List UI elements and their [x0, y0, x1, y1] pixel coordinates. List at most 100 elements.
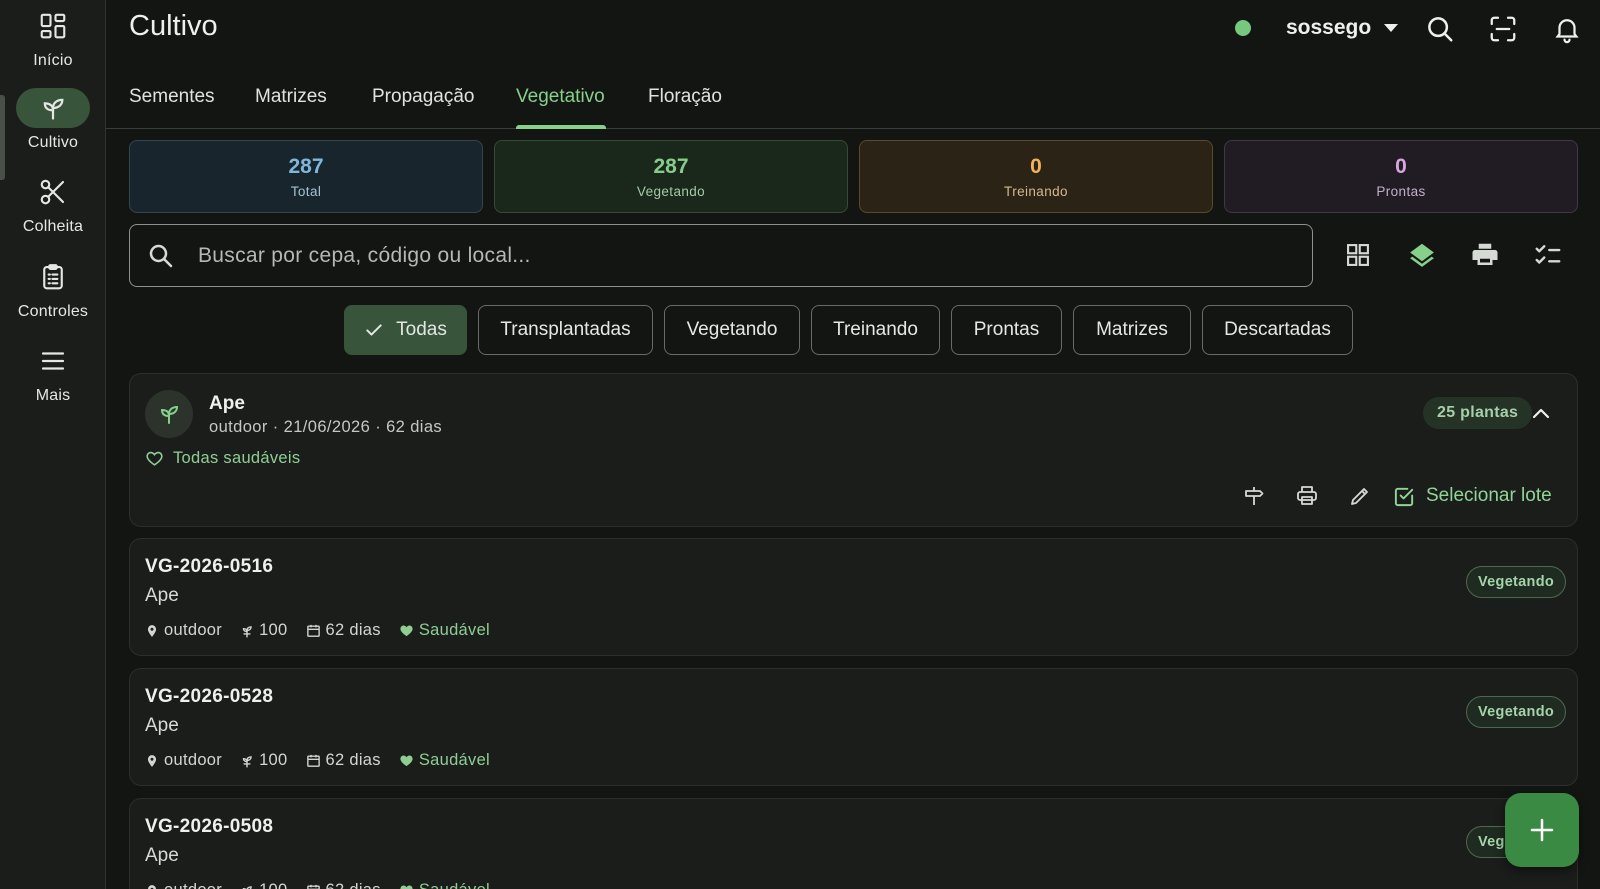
section-tabs: Sementes Matrizes Propagação Vegetativo …	[106, 76, 1600, 129]
search-icon	[146, 241, 176, 276]
calendar-icon	[306, 754, 320, 767]
plant-health: Saudável	[399, 881, 490, 889]
filter-chip-todas[interactable]: Todas	[344, 305, 467, 355]
heart-icon	[400, 885, 413, 889]
plant-location: outdoor	[145, 881, 222, 889]
heart-icon	[400, 755, 413, 767]
stat-card-treinando[interactable]: 0 Treinando	[859, 140, 1213, 213]
filter-chip-treinando[interactable]: Treinando	[811, 305, 940, 355]
plant-code: VG-2026-0516	[145, 556, 274, 577]
sidebar-item-cultivo[interactable]: Cultivo	[0, 88, 106, 152]
plant-location-label: outdoor	[164, 751, 223, 769]
user-selector[interactable]: sossego	[1286, 16, 1371, 40]
plant-meta: outdoor 100 62 dias Saudável	[145, 621, 508, 640]
stat-card-total[interactable]: 287 Total	[129, 140, 483, 213]
tab-propagacao[interactable]: Propagação	[372, 86, 474, 108]
strain-group-card: Ape outdoor · 21/06/2026 · 62 dias Todas…	[129, 373, 1578, 527]
plant-days: 62 dias	[306, 751, 381, 770]
select-lot-label: Selecionar lote	[1426, 485, 1552, 506]
bell-icon[interactable]	[1550, 12, 1584, 46]
checklist-icon[interactable]	[1531, 238, 1565, 272]
plant-location: outdoor	[145, 621, 222, 640]
print-icon[interactable]	[1468, 238, 1502, 272]
sidebar-item-mais[interactable]: Mais	[0, 341, 106, 405]
scissors-icon	[16, 172, 90, 212]
map-pin-icon	[147, 884, 157, 889]
tab-sementes[interactable]: Sementes	[129, 86, 215, 108]
online-status-dot	[1235, 20, 1251, 36]
clipboard-icon	[16, 257, 90, 297]
filter-chip-matrizes[interactable]: Matrizes	[1073, 305, 1191, 355]
calendar-icon	[306, 884, 320, 889]
search-box	[129, 224, 1313, 287]
page-title: Cultivo	[129, 10, 218, 42]
plant-location-label: outdoor	[164, 881, 222, 889]
status-badge: Vegetando	[1466, 696, 1567, 728]
plant-health: Saudável	[399, 751, 490, 770]
plant-row[interactable]: VG-2026-0516 Ape outdoor 100 62 dias Sau…	[129, 538, 1578, 656]
plant-code: VG-2026-0528	[145, 686, 274, 707]
plant-code: VG-2026-0508	[145, 816, 274, 837]
filter-chip-prontas[interactable]: Prontas	[951, 305, 1062, 355]
pencil-icon[interactable]	[1345, 481, 1375, 511]
plant-meta: outdoor 100 62 dias Saudável	[145, 751, 508, 770]
sidebar-item-label: Mais	[35, 387, 71, 404]
sidebar-item-label: Início	[33, 52, 73, 69]
plant-strain: Ape	[145, 715, 179, 736]
search-icon[interactable]	[1423, 12, 1457, 46]
stat-label: Treinando	[1004, 183, 1068, 199]
tab-matrizes[interactable]: Matrizes	[255, 86, 327, 108]
scan-icon[interactable]	[1486, 12, 1520, 46]
print-icon[interactable]	[1292, 481, 1322, 511]
heart-outline-icon	[146, 451, 163, 466]
stat-label: Total	[290, 183, 322, 199]
filter-chip-label: Matrizes	[1096, 319, 1168, 340]
filter-chip-vegetando[interactable]: Vegetando	[664, 305, 800, 355]
sidebar-item-inicio[interactable]: Início	[0, 6, 106, 70]
plant-location-label: outdoor	[164, 621, 223, 639]
add-plant-button[interactable]	[1505, 793, 1579, 867]
sidebar-item-label: Cultivo	[27, 134, 79, 151]
seedling-icon	[242, 625, 252, 638]
stat-card-prontas[interactable]: 0 Prontas	[1224, 140, 1578, 213]
filter-chip-label: Prontas	[973, 319, 1040, 340]
dashboard-icon	[16, 6, 90, 46]
filter-chip-descartadas[interactable]: Descartadas	[1202, 305, 1353, 355]
status-badge: Vegetando	[1466, 566, 1567, 598]
chevron-up-icon[interactable]	[1527, 400, 1555, 428]
filter-chip-label: Descartadas	[1224, 319, 1331, 340]
plant-days: 62 dias	[306, 621, 381, 640]
plant-health: Saudável	[399, 621, 490, 640]
select-lot-button[interactable]: Selecionar lote	[1393, 481, 1552, 511]
plant-count: 100	[240, 751, 287, 770]
sidebar-item-controles[interactable]: Controles	[0, 257, 106, 321]
group-meta: outdoor · 21/06/2026 · 62 dias	[209, 418, 443, 436]
plant-count: 100	[240, 881, 287, 889]
tab-floracao[interactable]: Floração	[648, 86, 722, 108]
filter-chip-label: Todas	[396, 319, 447, 340]
sprout-icon	[145, 390, 193, 438]
plant-strain: Ape	[145, 845, 179, 866]
grid-view-icon[interactable]	[1341, 238, 1375, 272]
checkbox-icon	[1394, 487, 1414, 506]
plant-health-label: Saudável	[418, 751, 491, 769]
caret-down-icon[interactable]	[1384, 24, 1398, 32]
signpost-icon[interactable]	[1239, 481, 1269, 511]
tab-vegetativo[interactable]: Vegetativo	[516, 86, 605, 108]
filter-chip-label: Treinando	[833, 319, 918, 340]
map-pin-icon	[147, 754, 157, 767]
sidebar: Início Cultivo Colheita Controles Mais	[0, 0, 106, 889]
stat-card-vegetando[interactable]: 287 Vegetando	[494, 140, 848, 213]
plant-row[interactable]: VG-2026-0508 Ape outdoor 100 62 dias Sau…	[129, 798, 1578, 889]
search-input[interactable]	[198, 225, 1298, 286]
plus-icon	[1530, 818, 1554, 842]
filter-chip-transplantadas[interactable]: Transplantadas	[478, 305, 653, 355]
stat-value: 0	[1395, 154, 1407, 178]
layers-icon[interactable]	[1405, 238, 1439, 272]
filter-chip-label: Vegetando	[686, 319, 778, 340]
active-tab-indicator	[516, 125, 606, 129]
heart-icon	[400, 625, 413, 637]
sidebar-item-colheita[interactable]: Colheita	[0, 172, 106, 236]
plant-row[interactable]: VG-2026-0528 Ape outdoor 100 62 dias Sau…	[129, 668, 1578, 786]
map-pin-icon	[147, 624, 157, 637]
